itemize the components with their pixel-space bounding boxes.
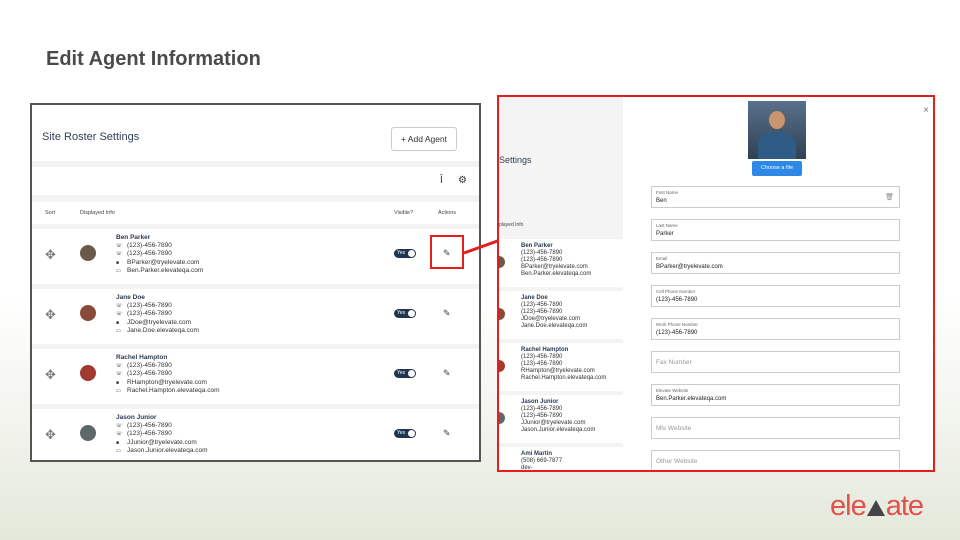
field-label: Last Name [656, 223, 678, 228]
agent-email: JDoe@tryelevate.com [521, 316, 581, 322]
field-value: Parker [656, 231, 674, 237]
field-value: Ben [656, 198, 667, 204]
agent-phone: (123)-456-7890 [521, 413, 563, 419]
agent-phone: (123)-456-7890 [521, 361, 563, 367]
field-placeholder: Fax Number [656, 359, 692, 366]
agent-phone: (123)-456-7890 [521, 250, 563, 256]
avatar [499, 360, 505, 372]
avatar [499, 256, 505, 268]
agent-name: Rachel Hampton [521, 347, 569, 353]
logo-text: ate [885, 490, 924, 522]
other-website-field[interactable]: Other Website [651, 450, 900, 470]
agent-website: Rachel.Hampton.elevateqa.com [521, 375, 607, 381]
list-item: Rachel Hampton (123)-456-7890 (123)-456-… [499, 343, 623, 391]
agent-name: Jane Doe [521, 295, 548, 301]
elevate-website-field[interactable]: Elevate Website Ben.Parker.elevateqa.com [651, 384, 900, 406]
elevate-logo: ele ate [830, 490, 924, 523]
last-name-field[interactable]: Last Name Parker [651, 219, 900, 241]
logo-triangle-icon [866, 500, 885, 516]
field-value: BParker@tryelevate.com [656, 264, 723, 270]
agent-name: Ben Parker [521, 243, 553, 249]
agent-phone: (123)-456-7890 [521, 406, 563, 412]
agent-name: Jason Junior [521, 399, 559, 405]
field-value: (123)-456-7890 [656, 330, 698, 336]
agent-info: Jason Junior (123)-456-7890 (123)-456-78… [521, 399, 595, 434]
agent-phone: (123)-456-7890 [521, 302, 563, 308]
list-item: Ben Parker (123)-456-7890 (123)-456-7890… [499, 239, 623, 287]
background-col-info: played Info [499, 222, 524, 228]
field-label: Elevate Website [656, 388, 689, 393]
field-placeholder: Other Website [656, 458, 698, 465]
list-item: Ami Martin (508) 669-7877 dev- [499, 447, 623, 471]
list-item: Jane Doe (123)-456-7890 (123)-456-7890 J… [499, 291, 623, 339]
agent-email: JJunior@tryelevate.com [521, 420, 586, 426]
work-phone-field[interactable]: Work Phone Number (123)-456-7890 [651, 318, 900, 340]
edit-agent-screenshot: Settings played Info Ben Parker (123)-45… [497, 95, 935, 472]
field-value: Ben.Parker.elevateqa.com [656, 396, 727, 402]
agent-info: Jane Doe (123)-456-7890 (123)-456-7890 J… [521, 295, 587, 330]
field-label: Cell Phone Number [656, 289, 696, 294]
field-label: Email [656, 256, 668, 261]
avatar [499, 308, 505, 320]
agent-info: Ami Martin (508) 669-7877 dev- [521, 451, 563, 471]
background-title: Settings [499, 155, 532, 165]
agent-phone: (508) 669-7877 [521, 458, 563, 464]
agent-phone: (123)-456-7890 [521, 257, 563, 263]
field-placeholder: Mls Website [656, 425, 692, 432]
list-item: Jason Junior (123)-456-7890 (123)-456-78… [499, 395, 623, 443]
choose-file-button[interactable]: Choose a file [752, 161, 802, 176]
field-value: (123)-456-7890 [656, 297, 698, 303]
mls-website-field[interactable]: Mls Website [651, 417, 900, 439]
field-label: First Name [656, 190, 679, 195]
email-field[interactable]: Email BParker@tryelevate.com [651, 252, 900, 274]
agent-email: RHampton@tryelevate.com [521, 368, 595, 374]
agent-phone: (123)-456-7890 [521, 309, 563, 315]
agent-website: Jane.Doe.elevateqa.com [521, 323, 588, 329]
cell-phone-field[interactable]: Cell Phone Number (123)-456-7890 [651, 285, 900, 307]
trash-icon[interactable]: 🗑 [885, 193, 894, 201]
agent-name: Ami Martin [521, 451, 553, 457]
agent-phone: dev- [521, 465, 533, 471]
logo-text: ele [830, 490, 867, 522]
agent-photo [748, 101, 806, 159]
agent-phone: (123)-456-7890 [521, 354, 563, 360]
first-name-field[interactable]: First Name Ben 🗑 [651, 186, 900, 208]
agent-website: Jason.Junior.elevateqa.com [521, 427, 596, 433]
avatar [499, 412, 505, 424]
agent-info: Rachel Hampton (123)-456-7890 (123)-456-… [521, 347, 606, 382]
fax-number-field[interactable]: Fax Number [651, 351, 900, 373]
background-roster: Settings played Info Ben Parker (123)-45… [499, 97, 623, 470]
agent-website: Ben.Parker.elevateqa.com [521, 271, 592, 277]
close-icon[interactable]: × [923, 105, 929, 116]
agent-email: BParker@tryelevate.com [521, 264, 588, 270]
edit-agent-modal: × Choose a file First Name Ben 🗑 Last Na… [623, 97, 933, 470]
field-label: Work Phone Number [656, 322, 698, 327]
agent-info: Ben Parker (123)-456-7890 (123)-456-7890… [521, 243, 591, 278]
